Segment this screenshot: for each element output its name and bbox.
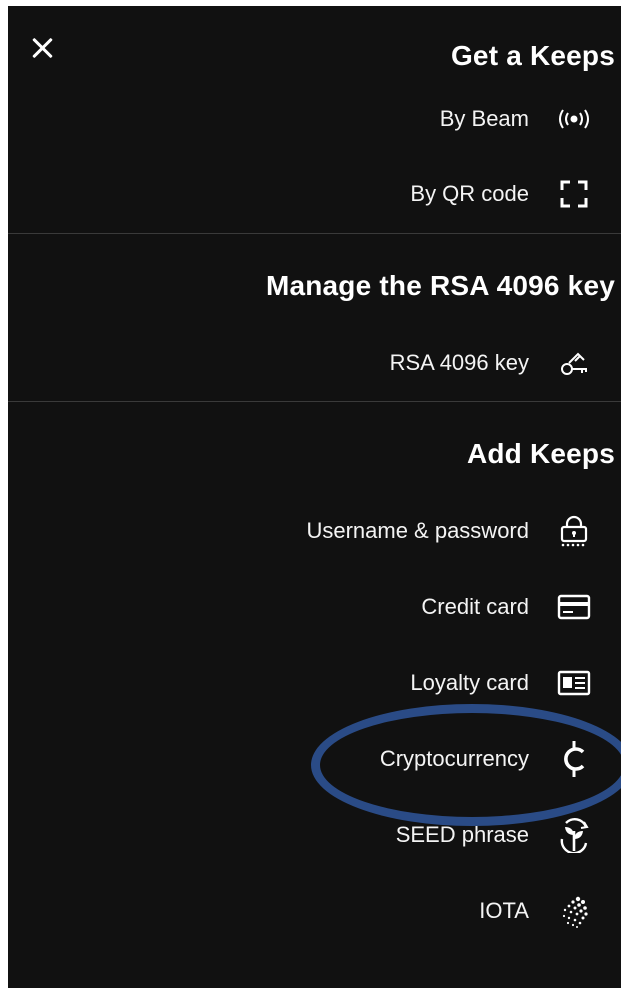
key-icon	[555, 344, 593, 382]
seed-icon	[555, 816, 593, 854]
menu-item-rsa-4096-key[interactable]: RSA 4096 key	[390, 343, 621, 383]
menu-item-label: Cryptocurrency	[379, 746, 529, 771]
menu-item-label: RSA 4096 key	[389, 350, 529, 375]
section-title-manage-rsa-key: Manage the RSA 4096 key	[265, 270, 615, 301]
menu-item-label: Username & password	[306, 518, 529, 543]
section-title-add-keeps: Add Keeps	[466, 438, 615, 469]
menu-item-label: By Beam	[439, 106, 529, 131]
qr-scan-icon	[555, 175, 593, 213]
menu-item-by-qr-code[interactable]: By QR code	[410, 174, 621, 214]
menu-item-by-beam[interactable]: By Beam	[440, 99, 621, 139]
loyalty-card-icon	[555, 664, 593, 702]
section-divider	[8, 401, 621, 402]
close-icon[interactable]	[28, 34, 56, 62]
add-menu-panel: Get a Keeps By Beam By QR code Manage th…	[8, 6, 621, 988]
cryptocurrency-icon	[555, 740, 593, 778]
menu-item-label: Loyalty card	[410, 670, 529, 695]
lock-password-icon	[555, 512, 593, 550]
menu-item-credit-card[interactable]: Credit card	[421, 587, 621, 627]
menu-item-label: By QR code	[410, 181, 529, 206]
menu-item-username-password[interactable]: Username & password	[306, 511, 621, 551]
menu-item-label: IOTA	[479, 898, 529, 923]
beam-icon	[555, 100, 593, 138]
menu-item-iota[interactable]: IOTA	[479, 891, 621, 931]
menu-item-seed-phrase[interactable]: SEED phrase	[396, 815, 621, 855]
menu-item-loyalty-card[interactable]: Loyalty card	[410, 663, 621, 703]
menu-item-label: Credit card	[421, 594, 529, 619]
section-divider	[8, 233, 621, 234]
credit-card-icon	[555, 588, 593, 626]
section-title-get-keeps: Get a Keeps	[450, 40, 615, 71]
menu-item-cryptocurrency[interactable]: Cryptocurrency	[380, 739, 621, 779]
iota-icon	[555, 892, 593, 930]
menu-item-label: SEED phrase	[395, 822, 529, 847]
